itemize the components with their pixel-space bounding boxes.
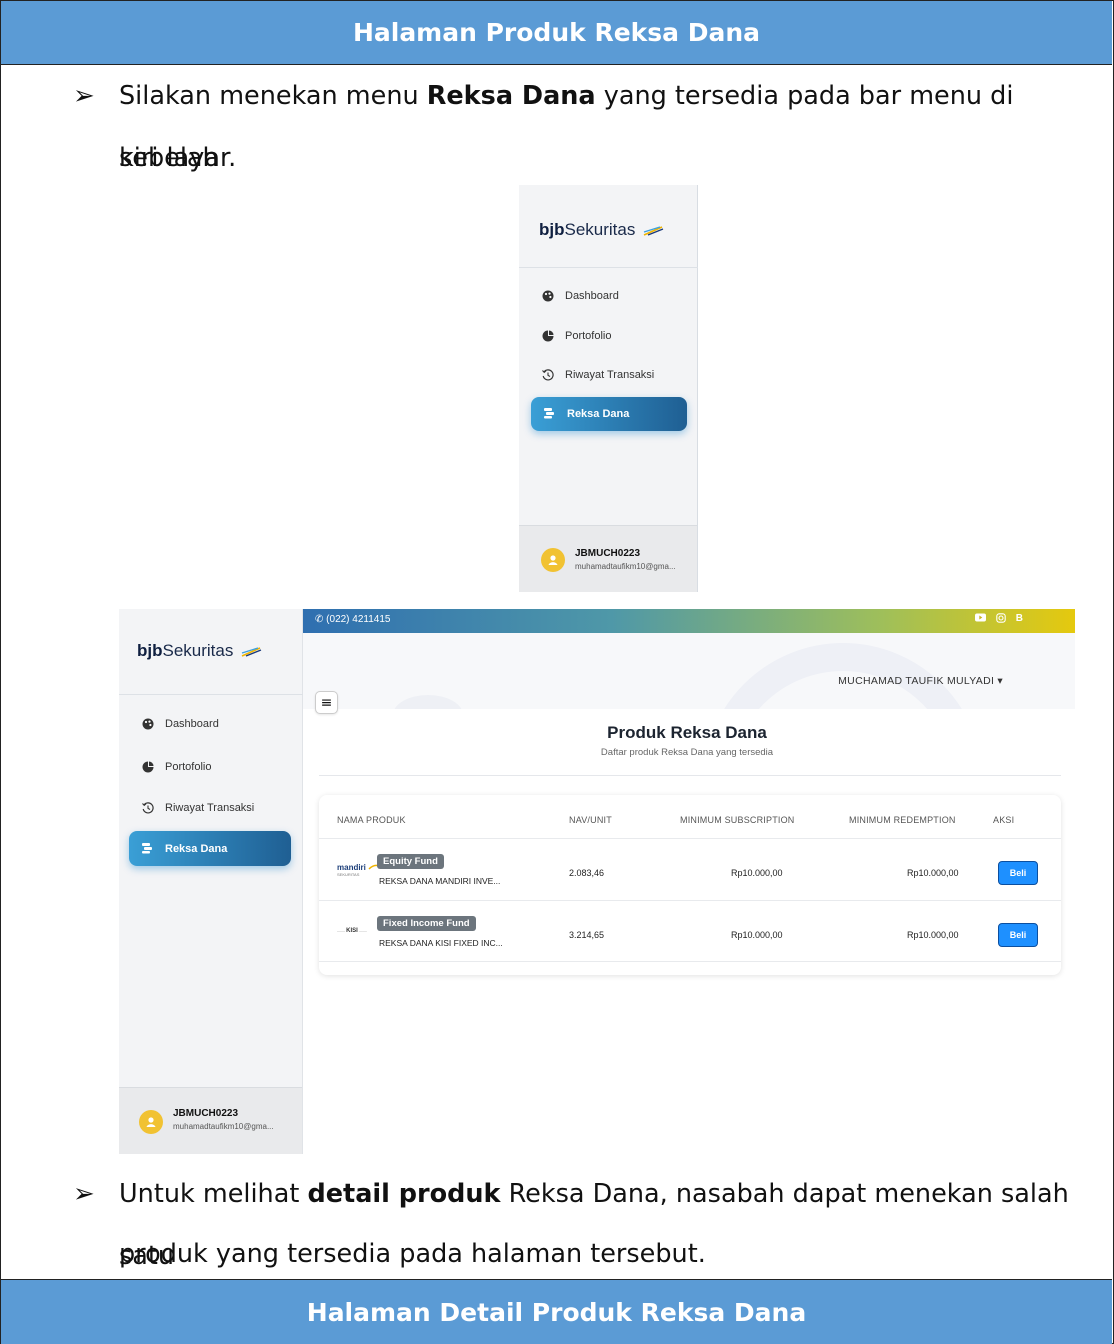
sidebar-item-dashboard[interactable]: Dashboard bbox=[541, 289, 619, 303]
fund-type-badge: Fixed Income Fund bbox=[377, 916, 476, 931]
sidebar-item-label: Riwayat Transaksi bbox=[565, 369, 655, 381]
sidebar-item-label: Dashboard bbox=[165, 718, 219, 730]
step-text: Untuk melihat bbox=[119, 1179, 308, 1209]
min-subscription: Rp10.000,00 bbox=[731, 930, 783, 940]
sidebar-item-label: Reksa Dana bbox=[165, 842, 228, 855]
user-email: muhamadtaufikm10@gma... bbox=[575, 562, 676, 571]
coins-icon bbox=[543, 407, 557, 421]
history-icon bbox=[141, 801, 155, 815]
sidebar-item-portofolio[interactable]: Portofolio bbox=[141, 760, 211, 774]
buy-button[interactable]: Beli bbox=[998, 861, 1038, 885]
step-text: Silakan menekan menu bbox=[119, 81, 427, 111]
section-title: Halaman Detail Produk Reksa Dana bbox=[1, 1279, 1112, 1344]
sidebar-item-riwayat[interactable]: Riwayat Transaksi bbox=[541, 368, 654, 382]
avatar bbox=[541, 548, 565, 572]
sidebar-item-reksa-dana[interactable]: Reksa Dana bbox=[531, 397, 687, 431]
product-table: NAMA PRODUK NAV/UNIT MINIMUM SUBSCRIPTIO… bbox=[319, 795, 1061, 975]
history-icon bbox=[541, 368, 555, 382]
avatar bbox=[139, 1110, 163, 1134]
instagram-icon[interactable] bbox=[996, 613, 1006, 626]
product-name: REKSA DANA MANDIRI INVE... bbox=[379, 876, 501, 886]
sidebar-item-reksa-dana[interactable]: Reksa Dana bbox=[129, 831, 291, 866]
product-logo: mandiri SEKURITAS bbox=[337, 863, 382, 877]
sidebar: bjbSekuritas Dashboard Portofolio Riwaya… bbox=[119, 609, 303, 1154]
user-code: JBMUCH0223 bbox=[575, 548, 641, 559]
user-code: JBMUCH0223 bbox=[173, 1108, 239, 1119]
user-email: muhamadtaufikm10@gma... bbox=[173, 1122, 274, 1131]
product-logo: —— KISI —— bbox=[337, 928, 367, 934]
sidebar-item-label: Reksa Dana bbox=[567, 408, 630, 420]
app-screenshot: bjbSekuritas Dashboard Portofolio Riwaya… bbox=[119, 609, 1075, 1154]
sidebar-screenshot: bjbSekuritas Dashboard Portofolio Riwaya… bbox=[519, 185, 698, 592]
nav-value: 2.083,46 bbox=[569, 868, 605, 878]
step-emphasis: detail produk bbox=[307, 1179, 501, 1209]
page-title: Produk Reksa Dana bbox=[607, 723, 767, 742]
pie-chart-icon bbox=[141, 760, 155, 774]
column-header: NAMA PRODUK bbox=[337, 815, 406, 825]
palette-icon bbox=[541, 289, 555, 303]
section-title: Halaman Produk Reksa Dana bbox=[1, 1, 1112, 65]
divider bbox=[519, 267, 698, 268]
coins-icon bbox=[141, 842, 155, 856]
sidebar-item-label: Riwayat Transaksi bbox=[165, 802, 255, 814]
column-header: MINIMUM REDEMPTION bbox=[849, 815, 956, 825]
brand-logo: bjbSekuritas bbox=[137, 641, 262, 661]
page-header: MUCHAMAD TAUFIK MULYADI ▾ bbox=[303, 633, 1075, 709]
phone-number[interactable]: ✆ (022) 4211415 bbox=[315, 614, 390, 625]
product-name: REKSA DANA KISI FIXED INC... bbox=[379, 938, 503, 948]
min-redemption: Rp10.000,00 bbox=[907, 930, 959, 940]
column-header: MINIMUM SUBSCRIPTION bbox=[680, 815, 795, 825]
sidebar-item-label: Dashboard bbox=[565, 290, 619, 302]
sidebar-item-riwayat[interactable]: Riwayat Transaksi bbox=[141, 801, 254, 815]
step-instruction-line2: kiri layar. bbox=[119, 143, 237, 173]
logo-stripes-icon bbox=[241, 646, 262, 657]
pie-chart-icon bbox=[541, 329, 555, 343]
palette-icon bbox=[141, 717, 155, 731]
user-card[interactable]: JBMUCH0223 muhamadtaufikm10@gma... bbox=[519, 525, 697, 592]
buy-button[interactable]: Beli bbox=[998, 923, 1038, 947]
social-link-b[interactable]: B bbox=[1016, 613, 1023, 626]
brand-logo: bjbSekuritas bbox=[539, 220, 664, 240]
user-menu[interactable]: MUCHAMAD TAUFIK MULYADI ▾ bbox=[838, 675, 1003, 687]
bullet-arrow-icon: ➢ bbox=[73, 1179, 95, 1209]
sidebar-item-dashboard[interactable]: Dashboard bbox=[141, 717, 219, 731]
sidebar-item-label: Portofolio bbox=[165, 761, 212, 773]
document-page: Halaman Produk Reksa Dana ➢ Silakan mene… bbox=[0, 0, 1114, 1344]
divider bbox=[319, 775, 1061, 776]
youtube-icon[interactable] bbox=[974, 613, 986, 626]
sidebar-item-portofolio[interactable]: Portofolio bbox=[541, 329, 611, 343]
sidebar-item-label: Portofolio bbox=[565, 330, 612, 342]
user-card[interactable]: JBMUCH0223 muhamadtaufikm10@gma... bbox=[119, 1087, 302, 1154]
menu-toggle-button[interactable]: ≡ bbox=[315, 691, 338, 714]
column-header: AKSI bbox=[993, 815, 1015, 825]
page-subtitle: Daftar produk Reksa Dana yang tersedia bbox=[600, 747, 774, 758]
nav-value: 3.214,65 bbox=[569, 930, 605, 940]
min-subscription: Rp10.000,00 bbox=[731, 868, 783, 878]
bullet-arrow-icon: ➢ bbox=[73, 81, 95, 111]
divider bbox=[119, 694, 303, 695]
step-instruction-line2: produk yang tersedia pada halaman terseb… bbox=[119, 1239, 706, 1269]
logo-stripes-icon bbox=[643, 225, 664, 236]
fund-type-badge: Equity Fund bbox=[377, 854, 444, 869]
contact-bar: ✆ (022) 4211415 B bbox=[303, 609, 1075, 633]
social-links: B bbox=[974, 613, 1023, 626]
min-redemption: Rp10.000,00 bbox=[907, 868, 959, 878]
step-emphasis: Reksa Dana bbox=[426, 81, 596, 111]
column-header: NAV/UNIT bbox=[569, 815, 612, 825]
